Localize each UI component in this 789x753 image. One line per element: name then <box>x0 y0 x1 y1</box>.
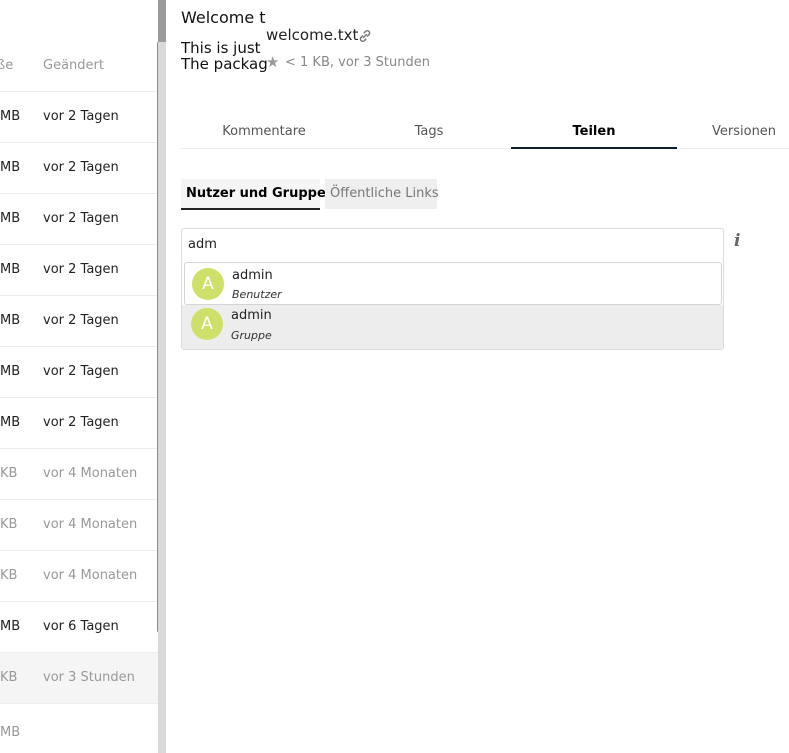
file-modified: vor 6 Tagen <box>43 619 119 634</box>
file-row[interactable]: MB vor 2 Tagen <box>0 143 158 194</box>
file-list: ße Geändert MB vor 2 Tagen MB vor 2 Tagen MB… <box>0 0 158 753</box>
avatar: A <box>192 268 224 300</box>
avatar: A <box>191 308 223 340</box>
file-size: MB <box>0 415 21 430</box>
preview-line: This is just <box>181 39 261 57</box>
subtab-users-groups[interactable]: Nutzer und Gruppen <box>181 179 335 210</box>
file-row[interactable]: MB vor 2 Tagen <box>0 296 158 347</box>
file-size: MB <box>0 211 21 226</box>
file-row[interactable]: MB vor 2 Tagen <box>0 347 158 398</box>
share-with-input[interactable] <box>181 228 724 261</box>
file-row[interactable]: MB vor 6 Tagen <box>0 602 158 653</box>
tab-versions[interactable]: Versionen <box>677 116 789 149</box>
file-size: KB <box>0 568 18 583</box>
tab-comments[interactable]: Kommentare <box>181 116 347 149</box>
sidebar-divider <box>158 0 166 753</box>
app-root: ße Geändert MB vor 2 Tagen MB vor 2 Tagen MB… <box>0 0 789 753</box>
file-row[interactable]: MB vor 2 Tagen <box>0 398 158 449</box>
autocomplete-option-group[interactable]: A admin Gruppe <box>182 305 723 349</box>
sidebar-tabs: Kommentare Tags Teilen Versionen <box>181 116 789 149</box>
file-row[interactable]: KB vor 4 Monaten <box>0 551 158 602</box>
file-modified: vor 4 Monaten <box>43 517 138 532</box>
file-name-title: welcome.txt <box>266 26 359 44</box>
sidebar-divider-handle[interactable] <box>158 0 166 42</box>
file-modified: vor 2 Tagen <box>43 160 119 175</box>
autocomplete-dropdown: A admin Benutzer A admin Gruppe <box>181 260 724 350</box>
file-modified: vor 2 Tagen <box>43 415 119 430</box>
file-modified: vor 2 Tagen <box>43 109 119 124</box>
file-modified: vor 2 Tagen <box>43 313 119 328</box>
file-size: MB <box>0 109 21 124</box>
file-size: MB <box>0 313 21 328</box>
subtab-public-links[interactable]: Öffentliche Links <box>325 179 439 209</box>
file-size: KB <box>0 466 18 481</box>
option-name: admin <box>232 268 273 283</box>
details-sidebar: Welcome t This is just The packag welcom… <box>166 0 789 753</box>
file-row[interactable]: MB <box>0 704 158 753</box>
file-size: MB <box>0 364 21 379</box>
preview-line: The packag <box>181 55 268 73</box>
file-modified: vor 4 Monaten <box>43 466 138 481</box>
file-row[interactable]: KB vor 4 Monaten <box>0 500 158 551</box>
file-preview: Welcome t This is just The packag <box>181 10 271 90</box>
file-row[interactable]: MB vor 2 Tagen <box>0 92 158 143</box>
file-size: MB <box>0 725 21 740</box>
preview-line: Welcome t <box>181 10 266 27</box>
file-size: MB <box>0 160 21 175</box>
favorite-star-icon[interactable]: ★ <box>266 54 279 70</box>
file-size: MB <box>0 619 21 634</box>
file-meta: < 1 KB, vor 3 Stunden <box>285 55 430 70</box>
file-size: KB <box>0 517 18 532</box>
option-type: Benutzer <box>232 288 282 301</box>
tab-sharing[interactable]: Teilen <box>511 116 677 149</box>
file-size: KB <box>0 670 18 685</box>
file-row[interactable]: MB vor 2 Tagen <box>0 245 158 296</box>
column-header-modified[interactable]: Geändert <box>43 58 104 73</box>
file-size: MB <box>0 262 21 277</box>
file-modified: vor 3 Stunden <box>43 670 135 685</box>
file-row[interactable]: KB vor 4 Monaten <box>0 449 158 500</box>
file-modified: vor 2 Tagen <box>43 262 119 277</box>
file-row[interactable]: MB vor 2 Tagen <box>0 194 158 245</box>
option-type: Gruppe <box>231 329 272 342</box>
column-header-size[interactable]: ße <box>0 58 13 73</box>
info-icon[interactable]: i <box>734 231 740 251</box>
file-modified: vor 4 Monaten <box>43 568 138 583</box>
option-name: admin <box>231 308 272 323</box>
tab-tags[interactable]: Tags <box>347 116 511 149</box>
file-modified: vor 2 Tagen <box>43 364 119 379</box>
link-icon[interactable] <box>357 28 373 44</box>
file-list-header: ße Geändert <box>0 0 158 92</box>
file-row[interactable]: KB vor 3 Stunden <box>0 653 158 704</box>
autocomplete-option-user[interactable]: A admin Benutzer <box>184 262 722 305</box>
file-modified: vor 2 Tagen <box>43 211 119 226</box>
